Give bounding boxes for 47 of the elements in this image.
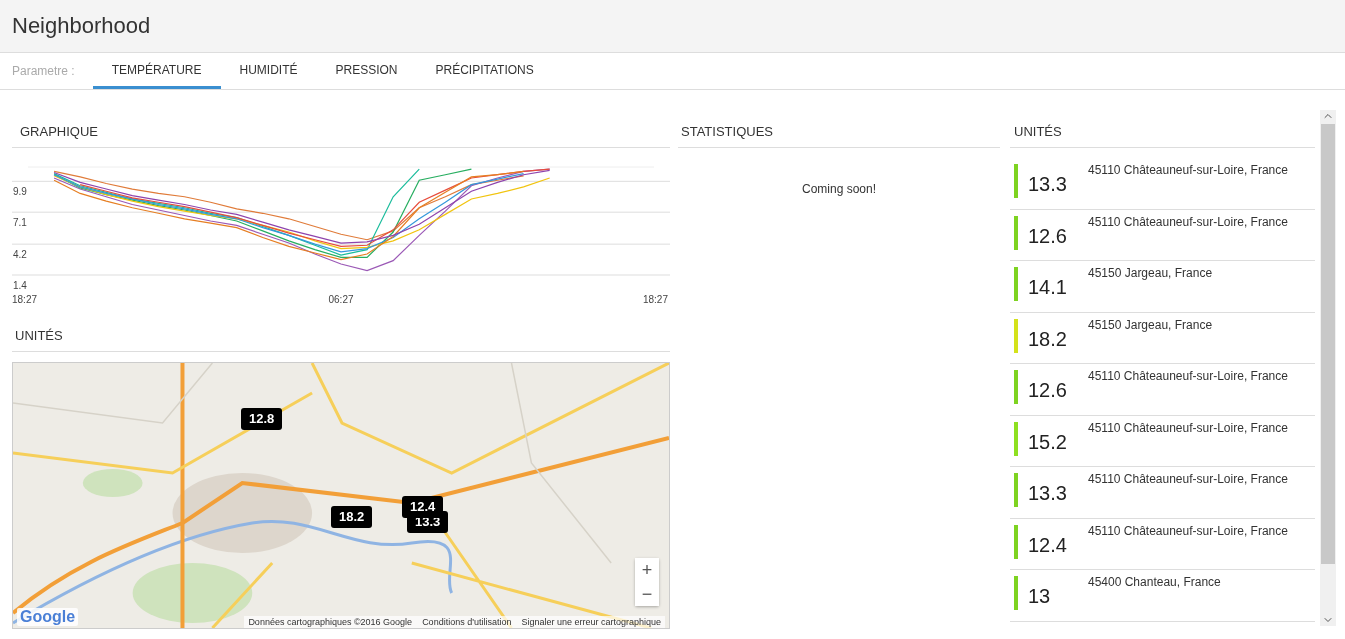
unit-address: 45110 Châteauneuf-sur-Loire, France bbox=[1088, 214, 1288, 231]
unit-address: 45110 Châteauneuf-sur-Loire, France bbox=[1088, 420, 1288, 437]
map-marker[interactable]: 12.8 bbox=[241, 408, 283, 430]
y-tick-label: 9.9 bbox=[13, 186, 27, 198]
y-tick-label: 7.1 bbox=[13, 217, 27, 229]
map-attribution: Données cartographiques ©2016 Google bbox=[248, 617, 413, 627]
scrollbar[interactable] bbox=[1320, 110, 1336, 626]
unit-address: 45110 Châteauneuf-sur-Loire, France bbox=[1088, 523, 1288, 540]
unit-value: 13.3 bbox=[1028, 482, 1068, 506]
map-marker[interactable]: 12.4 bbox=[402, 496, 444, 518]
unit-value: 13 bbox=[1028, 585, 1052, 609]
map-attribution[interactable]: Signaler une erreur cartographique bbox=[521, 617, 661, 627]
unit-value: 12.6 bbox=[1028, 379, 1068, 403]
section-title: STATISTIQUES bbox=[678, 120, 1000, 148]
unit-address: 45150 Jargeau, France bbox=[1088, 317, 1213, 334]
map-attribution[interactable]: Conditions d'utilisation bbox=[422, 617, 512, 627]
unit-value: 18.2 bbox=[1028, 327, 1068, 352]
unit-address: 45110 Châteauneuf-sur-Loire, France bbox=[1088, 163, 1288, 179]
unit-address: 45110 Châteauneuf-sur-Loire, France bbox=[1088, 369, 1288, 385]
section-title: UNITÉS bbox=[12, 324, 670, 352]
tab[interactable]: HUMIDITÉ bbox=[220, 53, 317, 89]
section-title: GRAPHIQUE bbox=[12, 120, 670, 148]
x-tick-label: 18:27 bbox=[642, 294, 668, 305]
x-tick-label: 06:27 bbox=[328, 294, 354, 305]
tab[interactable]: TEMPÉRATURE bbox=[92, 53, 221, 89]
x-tick-label: 18:27 bbox=[12, 294, 38, 305]
unit-value: 15.2 bbox=[1028, 430, 1068, 455]
tab[interactable]: PRESSION bbox=[316, 53, 417, 89]
unit-value: 13.3 bbox=[1028, 173, 1068, 197]
tab-bar-label: Parametre : bbox=[12, 64, 75, 78]
map-logo: Google bbox=[17, 608, 79, 626]
zoom-in-button[interactable]: + bbox=[635, 558, 659, 582]
unit-address: 45110 Châteauneuf-sur-Loire, France bbox=[1088, 472, 1288, 488]
unit-address: 45400 Chanteau, France bbox=[1088, 575, 1221, 591]
coming-soon-message: Coming soon! bbox=[800, 182, 877, 196]
y-tick-label: 1.4 bbox=[13, 280, 27, 291]
unit-value: 14.1 bbox=[1028, 276, 1068, 300]
tab[interactable]: PRÉCIPITATIONS bbox=[416, 53, 553, 89]
scroll-thumb[interactable] bbox=[1321, 124, 1335, 564]
zoom-out-button[interactable]: − bbox=[635, 582, 659, 606]
unit-address: 45150 Jargeau, France bbox=[1088, 266, 1213, 282]
section-title: UNITÉS bbox=[1010, 120, 1315, 148]
y-tick-label: 4.2 bbox=[13, 249, 27, 261]
map-marker[interactable]: 18.2 bbox=[331, 506, 373, 528]
page-title: Neighborhood bbox=[12, 13, 151, 39]
unit-value: 12.4 bbox=[1028, 533, 1068, 558]
unit-value: 12.6 bbox=[1028, 224, 1068, 249]
